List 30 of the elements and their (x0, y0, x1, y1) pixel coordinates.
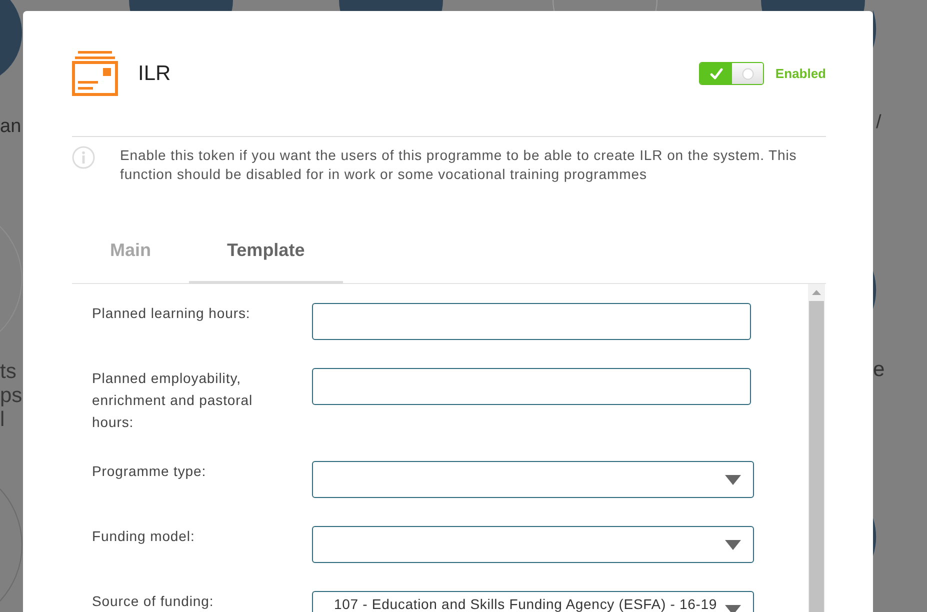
dropdown-field[interactable] (312, 526, 754, 563)
background-text: / (875, 112, 882, 134)
knob-icon (742, 68, 754, 80)
card-stack-icon (72, 51, 118, 96)
dropdown-field[interactable] (312, 461, 754, 498)
tab[interactable]: Template (189, 219, 343, 284)
enabled-toggle[interactable] (699, 62, 764, 85)
scrollbar-thumb[interactable] (809, 301, 824, 612)
field-label: Funding model: (92, 527, 196, 546)
scrollbar-track[interactable] (808, 284, 825, 612)
toggle-label: Enabled (775, 66, 826, 81)
field-label: Planned learning hours: (92, 304, 252, 323)
caret-down-icon (725, 540, 741, 550)
background-text: l (0, 408, 5, 432)
background-text: ps (0, 384, 22, 408)
dropdown-field[interactable]: 107 - Education and Skills Funding Agency (ESFA) - 16-19 (312, 591, 754, 612)
dialog-title: ILR (138, 60, 171, 86)
background-text: an (0, 116, 22, 138)
field-label: Planned employability, enrichment and pastoral hours: (92, 369, 254, 432)
background-text: e (873, 358, 885, 382)
info-icon (72, 146, 95, 169)
text-input[interactable] (312, 368, 751, 405)
caret-down-icon (725, 604, 741, 612)
check-icon (710, 68, 723, 80)
info-text: Enable this token if you want the users of this programme to be able to create ILR on the system. This function should be disabled for in work or some vocational training programmes (120, 146, 798, 183)
field-label: Programme type: (92, 462, 208, 481)
background-text: ts (0, 360, 16, 384)
field-label: Source of funding: (92, 592, 215, 611)
text-input[interactable] (312, 303, 751, 340)
caret-down-icon (725, 474, 741, 484)
